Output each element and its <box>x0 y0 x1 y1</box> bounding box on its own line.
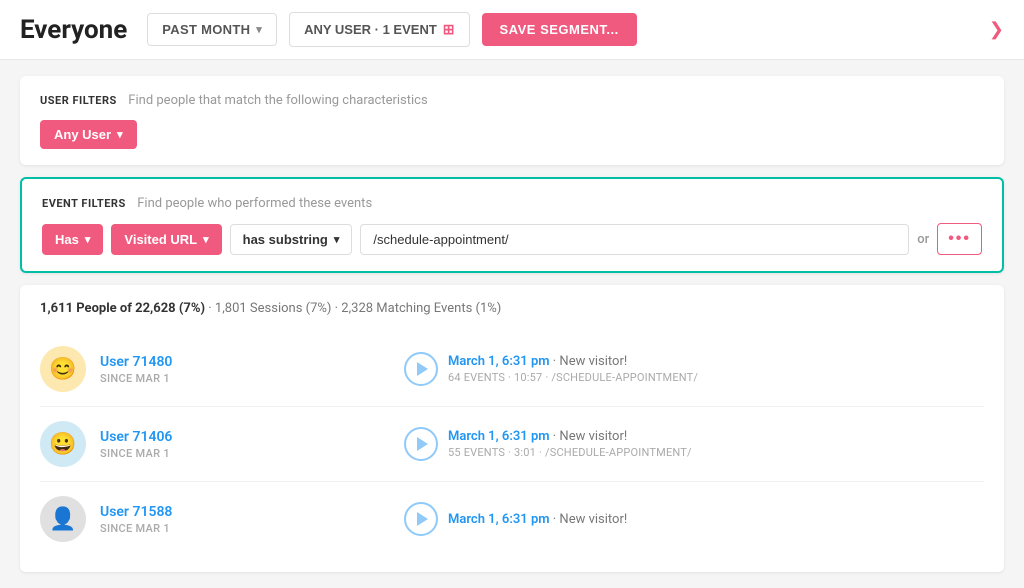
play-button[interactable] <box>404 427 438 461</box>
event-time: March 1, 6:31 pm <box>448 429 550 444</box>
results-card: 1,611 People of 22,628 (7%) · 1,801 Sess… <box>20 285 1004 572</box>
event-filter-label: ANY USER · 1 EVENT <box>304 22 437 37</box>
event-details: March 1, 6:31 pm · New visitor! <box>448 512 627 527</box>
table-row: 😊 User 71480 SINCE MAR 1 March 1, 6:31 p… <box>40 332 984 407</box>
play-icon <box>417 362 428 376</box>
user-list: 😊 User 71480 SINCE MAR 1 March 1, 6:31 p… <box>40 332 984 556</box>
people-count: 1,611 People of 22,628 (7%) <box>40 301 205 316</box>
avatar: 😀 <box>40 421 86 467</box>
filter-icon: ⊞ <box>443 21 455 38</box>
event-meta: 55 EVENTS · 3:01 · /SCHEDULE-APPOINTMENT… <box>448 446 692 459</box>
event-filters-desc: Find people who performed these events <box>137 196 372 211</box>
main-content: USER FILTERS Find people that match the … <box>0 60 1024 588</box>
header: Everyone PAST MONTH ▾ ANY USER · 1 EVENT… <box>0 0 1024 60</box>
has-substring-label: has substring <box>243 232 328 247</box>
event-time-desc: March 1, 6:31 pm · New visitor! <box>448 512 627 527</box>
or-label: or <box>917 232 929 247</box>
event-filter-label-row: EVENT FILTERS Find people who performed … <box>42 195 982 211</box>
event-section: March 1, 6:31 pm · New visitor! 55 EVENT… <box>404 427 984 461</box>
event-section: March 1, 6:31 pm · New visitor! 64 EVENT… <box>404 352 984 386</box>
any-user-label: Any User <box>54 127 111 142</box>
dots-icon: ••• <box>948 230 971 248</box>
event-details: March 1, 6:31 pm · New visitor! 64 EVENT… <box>448 354 698 384</box>
event-filters-card: EVENT FILTERS Find people who performed … <box>20 177 1004 273</box>
time-filter-label: PAST MONTH <box>162 22 250 37</box>
event-details: March 1, 6:31 pm · New visitor! 55 EVENT… <box>448 429 692 459</box>
event-desc: · New visitor! <box>553 429 627 444</box>
table-row: 👤 User 71588 SINCE MAR 1 March 1, 6:31 p… <box>40 482 984 556</box>
user-since: SINCE MAR 1 <box>100 447 390 460</box>
sessions-count: 1,801 Sessions (7%) <box>215 301 332 316</box>
more-options-button[interactable]: ••• <box>937 223 982 255</box>
has-substring-dropdown[interactable]: has substring ▾ <box>230 224 353 255</box>
matching-events-count: 2,328 Matching Events (1%) <box>341 301 501 316</box>
chevron-down-icon: ▾ <box>334 233 340 246</box>
user-name[interactable]: User 71480 <box>100 354 390 370</box>
chevron-down-icon: ▾ <box>85 233 91 246</box>
user-info: User 71406 SINCE MAR 1 <box>100 429 390 460</box>
event-meta: 64 EVENTS · 10:57 · /SCHEDULE-APPOINTMEN… <box>448 371 698 384</box>
user-info: User 71480 SINCE MAR 1 <box>100 354 390 385</box>
user-filters-card: USER FILTERS Find people that match the … <box>20 76 1004 165</box>
event-time: March 1, 6:31 pm <box>448 512 550 527</box>
event-desc: · New visitor! <box>553 512 627 527</box>
chevron-down-icon: ▾ <box>203 233 209 246</box>
play-button[interactable] <box>404 502 438 536</box>
avatar: 😊 <box>40 346 86 392</box>
event-filter-controls: Has ▾ Visited URL ▾ has substring ▾ or •… <box>42 223 982 255</box>
play-button[interactable] <box>404 352 438 386</box>
user-filters-desc: Find people that match the following cha… <box>128 93 427 108</box>
event-filter-button[interactable]: ANY USER · 1 EVENT ⊞ <box>289 12 469 47</box>
user-filters-label: USER FILTERS <box>40 94 117 107</box>
event-time-desc: March 1, 6:31 pm · New visitor! <box>448 429 692 444</box>
table-row: 😀 User 71406 SINCE MAR 1 March 1, 6:31 p… <box>40 407 984 482</box>
has-label: Has <box>55 232 79 247</box>
event-filters-label: EVENT FILTERS <box>42 197 126 210</box>
separator1: · <box>208 301 215 316</box>
user-since: SINCE MAR 1 <box>100 372 390 385</box>
visited-url-dropdown[interactable]: Visited URL ▾ <box>111 224 221 255</box>
any-user-button[interactable]: Any User ▾ <box>40 120 137 149</box>
event-section: March 1, 6:31 pm · New visitor! <box>404 502 984 536</box>
user-filter-label-row: USER FILTERS Find people that match the … <box>40 92 984 108</box>
chevron-down-icon: ▾ <box>256 23 262 36</box>
event-time: March 1, 6:31 pm <box>448 354 550 369</box>
expand-icon[interactable]: ❯ <box>989 19 1004 40</box>
event-time-desc: March 1, 6:31 pm · New visitor! <box>448 354 698 369</box>
results-summary: 1,611 People of 22,628 (7%) · 1,801 Sess… <box>40 301 984 316</box>
chevron-down-icon: ▾ <box>117 128 123 141</box>
url-input[interactable] <box>360 224 909 255</box>
has-dropdown[interactable]: Has ▾ <box>42 224 103 255</box>
user-info: User 71588 SINCE MAR 1 <box>100 504 390 535</box>
page-title: Everyone <box>20 15 127 45</box>
user-name[interactable]: User 71588 <box>100 504 390 520</box>
event-desc: · New visitor! <box>553 354 627 369</box>
avatar: 👤 <box>40 496 86 542</box>
time-filter-button[interactable]: PAST MONTH ▾ <box>147 13 277 46</box>
user-since: SINCE MAR 1 <box>100 522 390 535</box>
play-icon <box>417 512 428 526</box>
save-segment-button[interactable]: SAVE SEGMENT... <box>482 13 637 46</box>
visited-url-label: Visited URL <box>124 232 197 247</box>
play-icon <box>417 437 428 451</box>
user-name[interactable]: User 71406 <box>100 429 390 445</box>
